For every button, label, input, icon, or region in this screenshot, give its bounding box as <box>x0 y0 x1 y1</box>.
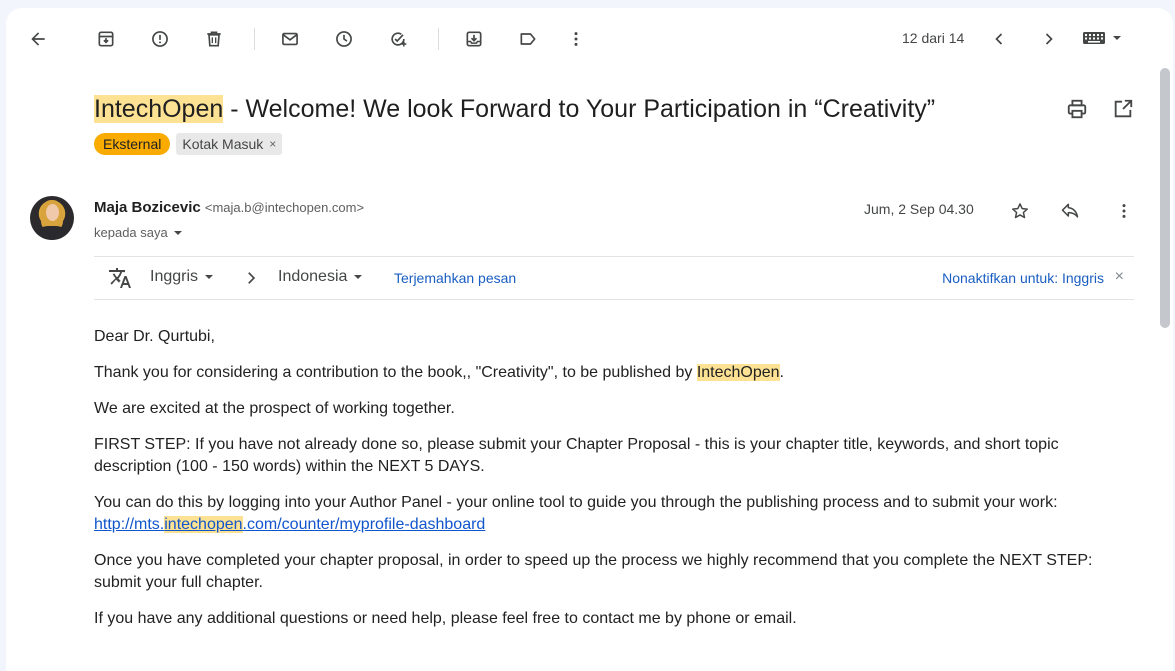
avatar[interactable] <box>30 196 74 240</box>
body-paragraph: Once you have completed your chapter pro… <box>94 552 1093 591</box>
move-to-icon[interactable] <box>456 21 492 57</box>
author-panel-link[interactable]: http://mts.intechopen.com/counter/myprof… <box>94 516 485 533</box>
subject-text: - Welcome! We look Forward to Your Parti… <box>223 95 936 123</box>
sender-name[interactable]: Maja Bozicevic <box>94 199 201 216</box>
chevron-down-icon <box>173 230 182 235</box>
subject-actions <box>1066 98 1134 125</box>
input-tools[interactable] <box>1082 30 1122 46</box>
toolbar-divider <box>438 28 439 50</box>
sender-email: <maja.b@intechopen.com> <box>204 200 365 215</box>
recipient-details[interactable]: kepada saya <box>94 225 183 240</box>
toolbar: 12 dari 14 <box>6 8 1173 68</box>
source-language-select[interactable]: Inggris <box>150 268 214 286</box>
more-vert-icon[interactable] <box>558 21 594 57</box>
back-arrow-icon[interactable] <box>20 21 56 57</box>
star-icon[interactable] <box>1006 197 1034 225</box>
toolbar-divider <box>254 28 255 50</box>
report-spam-icon[interactable] <box>142 21 178 57</box>
translate-icon <box>109 268 131 288</box>
body-paragraph: Thank you for considering a contribution… <box>94 364 784 381</box>
archive-icon[interactable] <box>88 21 124 57</box>
disable-translate-link[interactable]: Nonaktifkan untuk: Inggris <box>942 270 1104 286</box>
recipient-label: kepada saya <box>94 225 168 240</box>
chevron-left-icon[interactable] <box>981 21 1017 57</box>
label-icon[interactable] <box>510 21 546 57</box>
delete-icon[interactable] <box>196 21 232 57</box>
external-chip: Eksternal <box>94 133 171 155</box>
snooze-icon[interactable] <box>326 21 362 57</box>
chevron-down-icon <box>205 275 214 279</box>
body-greeting: Dear Dr. Qurtubi, <box>94 328 215 345</box>
target-language-label: Indonesia <box>278 268 348 285</box>
reply-icon[interactable] <box>1056 197 1084 225</box>
brand-highlight: IntechOpen <box>696 364 780 381</box>
inbox-chip[interactable]: Kotak Masuk × <box>176 133 283 155</box>
body-paragraph: You can do this by logging into your Aut… <box>94 494 1058 533</box>
translate-bar: Inggris Indonesia Terjemahkan pesan Nona… <box>94 256 1134 300</box>
subject-row: IntechOpen - Welcome! We look Forward to… <box>94 92 1134 132</box>
subject-brand-highlight: IntechOpen <box>94 95 224 123</box>
keyboard-icon <box>1083 32 1105 44</box>
email-view: 12 dari 14 IntechOpen - Welcome! We look… <box>6 8 1173 671</box>
open-new-window-icon[interactable] <box>1112 98 1134 125</box>
add-task-icon[interactable] <box>380 21 416 57</box>
chevron-right-icon[interactable] <box>1031 21 1067 57</box>
translate-message-link[interactable]: Terjemahkan pesan <box>394 270 516 286</box>
more-vert-icon[interactable] <box>1110 197 1138 225</box>
scrollbar-thumb[interactable] <box>1160 68 1170 328</box>
email-body: Dear Dr. Qurtubi, Thank you for consider… <box>94 326 1134 644</box>
message-date: Jum, 2 Sep 04.30 <box>864 201 974 217</box>
label-chips: Eksternal Kotak Masuk × <box>94 133 283 155</box>
pager-count: 12 dari 14 <box>902 30 965 46</box>
email-subject: IntechOpen - Welcome! We look Forward to… <box>94 92 1134 126</box>
source-language-label: Inggris <box>150 268 199 285</box>
print-icon[interactable] <box>1066 98 1088 125</box>
target-language-select[interactable]: Indonesia <box>278 268 363 286</box>
sender-info: Maja Bozicevic <maja.b@intechopen.com> <box>94 199 364 216</box>
remove-label-icon[interactable]: × <box>269 135 276 153</box>
chevron-down-icon <box>354 275 363 279</box>
body-paragraph: We are excited at the prospect of workin… <box>94 400 455 417</box>
close-translate-icon[interactable]: × <box>1115 268 1124 286</box>
body-paragraph: If you have any additional questions or … <box>94 610 797 627</box>
mark-unread-icon[interactable] <box>272 21 308 57</box>
message-actions <box>1006 197 1136 225</box>
chevron-right-icon <box>248 272 256 284</box>
inbox-chip-label: Kotak Masuk <box>182 136 264 152</box>
chevron-down-icon <box>1113 36 1121 40</box>
body-paragraph: FIRST STEP: If you have not already done… <box>94 436 1059 475</box>
